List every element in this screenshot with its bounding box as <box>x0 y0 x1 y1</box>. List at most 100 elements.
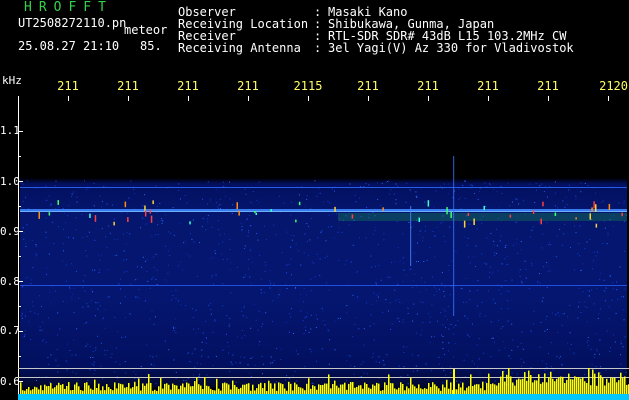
noise-dot <box>434 286 435 288</box>
noise-dot <box>587 337 589 338</box>
noise-dot <box>226 333 227 335</box>
noise-dot <box>391 261 393 263</box>
histogram-bar <box>476 384 478 394</box>
y-tick-label: 0.6 <box>0 375 20 388</box>
noise-dot <box>373 339 375 341</box>
meteor-ping <box>127 217 129 222</box>
histogram-bar <box>470 374 472 394</box>
histogram-bar <box>360 385 362 394</box>
noise-dot <box>606 243 608 245</box>
histogram-bar <box>558 377 560 394</box>
histogram-bar <box>186 382 188 394</box>
noise-dot <box>547 373 549 375</box>
noise-dot <box>548 353 549 354</box>
histogram-bar <box>430 387 432 394</box>
histogram-bar <box>426 388 428 394</box>
noise-dot <box>375 361 377 363</box>
noise-dot <box>458 199 460 200</box>
meteor-ping <box>446 207 448 215</box>
x-tick-label: 211 <box>537 79 559 93</box>
histogram-bar <box>542 382 544 394</box>
noise-dot <box>121 337 123 338</box>
noise-dot <box>512 201 513 203</box>
noise-dot <box>167 272 169 274</box>
histogram-bar <box>106 384 108 394</box>
noise-dot <box>30 283 32 285</box>
histogram-bar <box>404 390 406 394</box>
histogram-bar <box>474 384 476 394</box>
noise-dot <box>358 328 360 330</box>
noise-dot <box>335 213 337 215</box>
noise-dot <box>371 303 373 305</box>
meteor-ping <box>427 200 430 207</box>
noise-dot <box>159 202 161 204</box>
histogram-bar <box>44 384 46 394</box>
noise-dot <box>381 182 383 184</box>
histogram-bar <box>534 380 536 394</box>
noise-dot <box>511 279 513 281</box>
noise-dot <box>295 243 297 245</box>
noise-dot <box>190 361 192 363</box>
noise-dot <box>55 360 57 362</box>
noise-dot <box>191 238 193 240</box>
histogram-bar <box>98 383 100 394</box>
noise-dot <box>215 274 217 276</box>
noise-dot <box>413 225 415 227</box>
noise-dot <box>559 228 561 230</box>
noise-dot <box>577 253 579 255</box>
noise-dot <box>434 235 436 237</box>
noise-dot <box>177 265 179 267</box>
meteor-ping <box>255 212 257 215</box>
histogram-bar <box>522 378 524 394</box>
noise-dot <box>613 334 614 336</box>
noise-dot <box>26 224 28 226</box>
noise-dot <box>401 302 403 304</box>
noise-dot <box>485 206 487 208</box>
noise-dot <box>580 312 582 313</box>
histogram-bar <box>214 390 216 394</box>
meteor-ping <box>295 219 297 223</box>
noise-dot <box>471 360 473 362</box>
noise-dot <box>99 195 101 197</box>
noise-dot <box>327 329 329 331</box>
noise-dot <box>598 313 600 315</box>
noise-dot <box>510 357 512 359</box>
noise-dot <box>250 282 252 284</box>
noise-dot <box>180 261 182 263</box>
carrier-line <box>20 187 627 188</box>
noise-dot <box>602 243 604 245</box>
noise-dot <box>578 243 580 244</box>
noise-dot <box>468 223 470 225</box>
noise-dot <box>547 244 549 246</box>
noise-dot <box>606 330 608 332</box>
noise-dot <box>25 246 27 248</box>
noise-dot <box>383 239 385 241</box>
noise-dot <box>422 322 424 323</box>
noise-dot <box>417 355 419 357</box>
histogram-bar <box>412 384 414 394</box>
noise-dot <box>588 295 590 297</box>
noise-dot <box>126 212 128 214</box>
noise-dot <box>467 256 469 258</box>
noise-dot <box>363 372 365 374</box>
noise-dot <box>427 379 429 381</box>
histogram-bar <box>228 384 230 394</box>
noise-dot <box>382 311 384 313</box>
noise-dot <box>229 323 231 325</box>
noise-dot <box>402 281 404 283</box>
noise-dot <box>53 243 55 244</box>
noise-dot <box>124 296 126 298</box>
spectrogram-overlay <box>18 96 629 400</box>
histogram-bar <box>382 390 384 394</box>
noise-dot <box>441 283 443 285</box>
noise-dot <box>149 318 151 320</box>
histogram-bar <box>118 383 120 394</box>
noise-dot <box>215 355 217 357</box>
noise-dot <box>302 320 304 322</box>
noise-dot <box>114 316 116 318</box>
noise-dot <box>516 198 518 200</box>
noise-dot <box>467 237 469 239</box>
histogram-bar <box>296 384 298 394</box>
histogram-bar <box>398 387 400 394</box>
noise-dot <box>329 339 330 341</box>
